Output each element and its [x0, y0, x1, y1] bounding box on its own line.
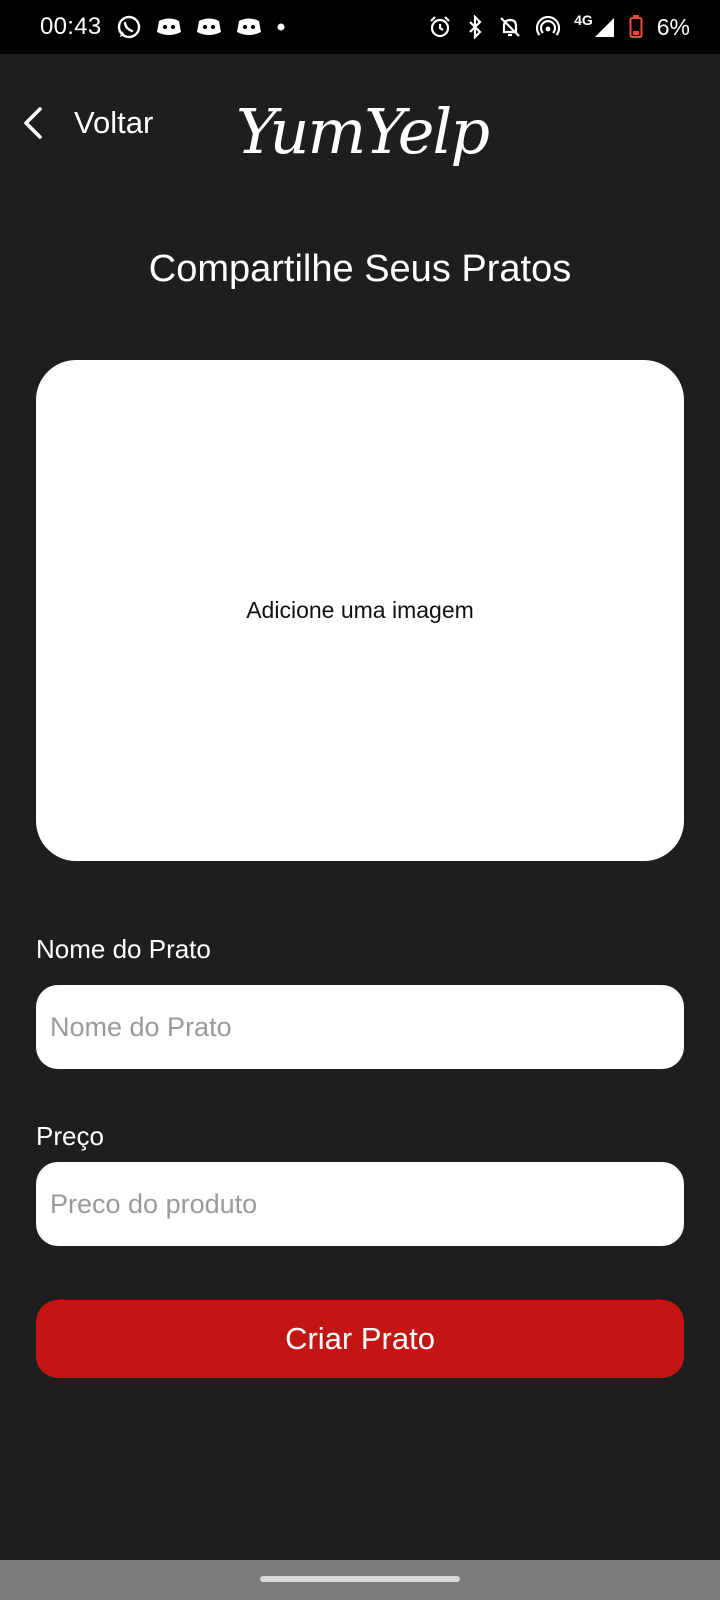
- discord-icon: [236, 16, 262, 38]
- back-label: Voltar: [74, 105, 154, 140]
- status-bar: 00:43 4G 6%: [0, 0, 720, 54]
- discord-icon: [196, 16, 222, 38]
- hotspot-icon: [536, 15, 561, 39]
- discord-icon: [156, 16, 182, 38]
- screen: 00:43 4G 6% Voltar YumYelp Compartilhe S…: [0, 0, 720, 1600]
- signal-icon: 4G: [574, 12, 615, 38]
- price-input[interactable]: [36, 1162, 684, 1246]
- mute-icon: [498, 15, 522, 39]
- whatsapp-icon: [116, 14, 142, 40]
- status-time: 00:43: [40, 13, 102, 40]
- battery-percentage: 6%: [656, 13, 690, 40]
- dish-name-input[interactable]: [36, 985, 684, 1069]
- status-right: 4G 6%: [428, 12, 690, 41]
- app-logo: YumYelp: [236, 95, 490, 168]
- dot-icon: [276, 22, 286, 32]
- navigation-bar: [0, 1560, 720, 1600]
- dish-name-label: Nome do Prato: [36, 934, 211, 964]
- page-title: Compartilhe Seus Pratos: [148, 248, 572, 290]
- price-label: Preço: [36, 1121, 104, 1151]
- back-button[interactable]: Voltar: [18, 95, 153, 151]
- network-type: 4G: [574, 12, 593, 28]
- add-image-label: Adicione uma imagem: [246, 597, 474, 623]
- add-image-button[interactable]: Adicione uma imagem: [36, 360, 684, 861]
- battery-icon: [629, 15, 643, 39]
- status-left: 00:43: [40, 13, 286, 41]
- chevron-left-icon: [18, 105, 48, 141]
- bluetooth-icon: [466, 15, 484, 39]
- create-dish-button[interactable]: Criar Prato: [36, 1300, 684, 1378]
- alarm-icon: [428, 15, 452, 39]
- home-indicator[interactable]: [260, 1576, 460, 1582]
